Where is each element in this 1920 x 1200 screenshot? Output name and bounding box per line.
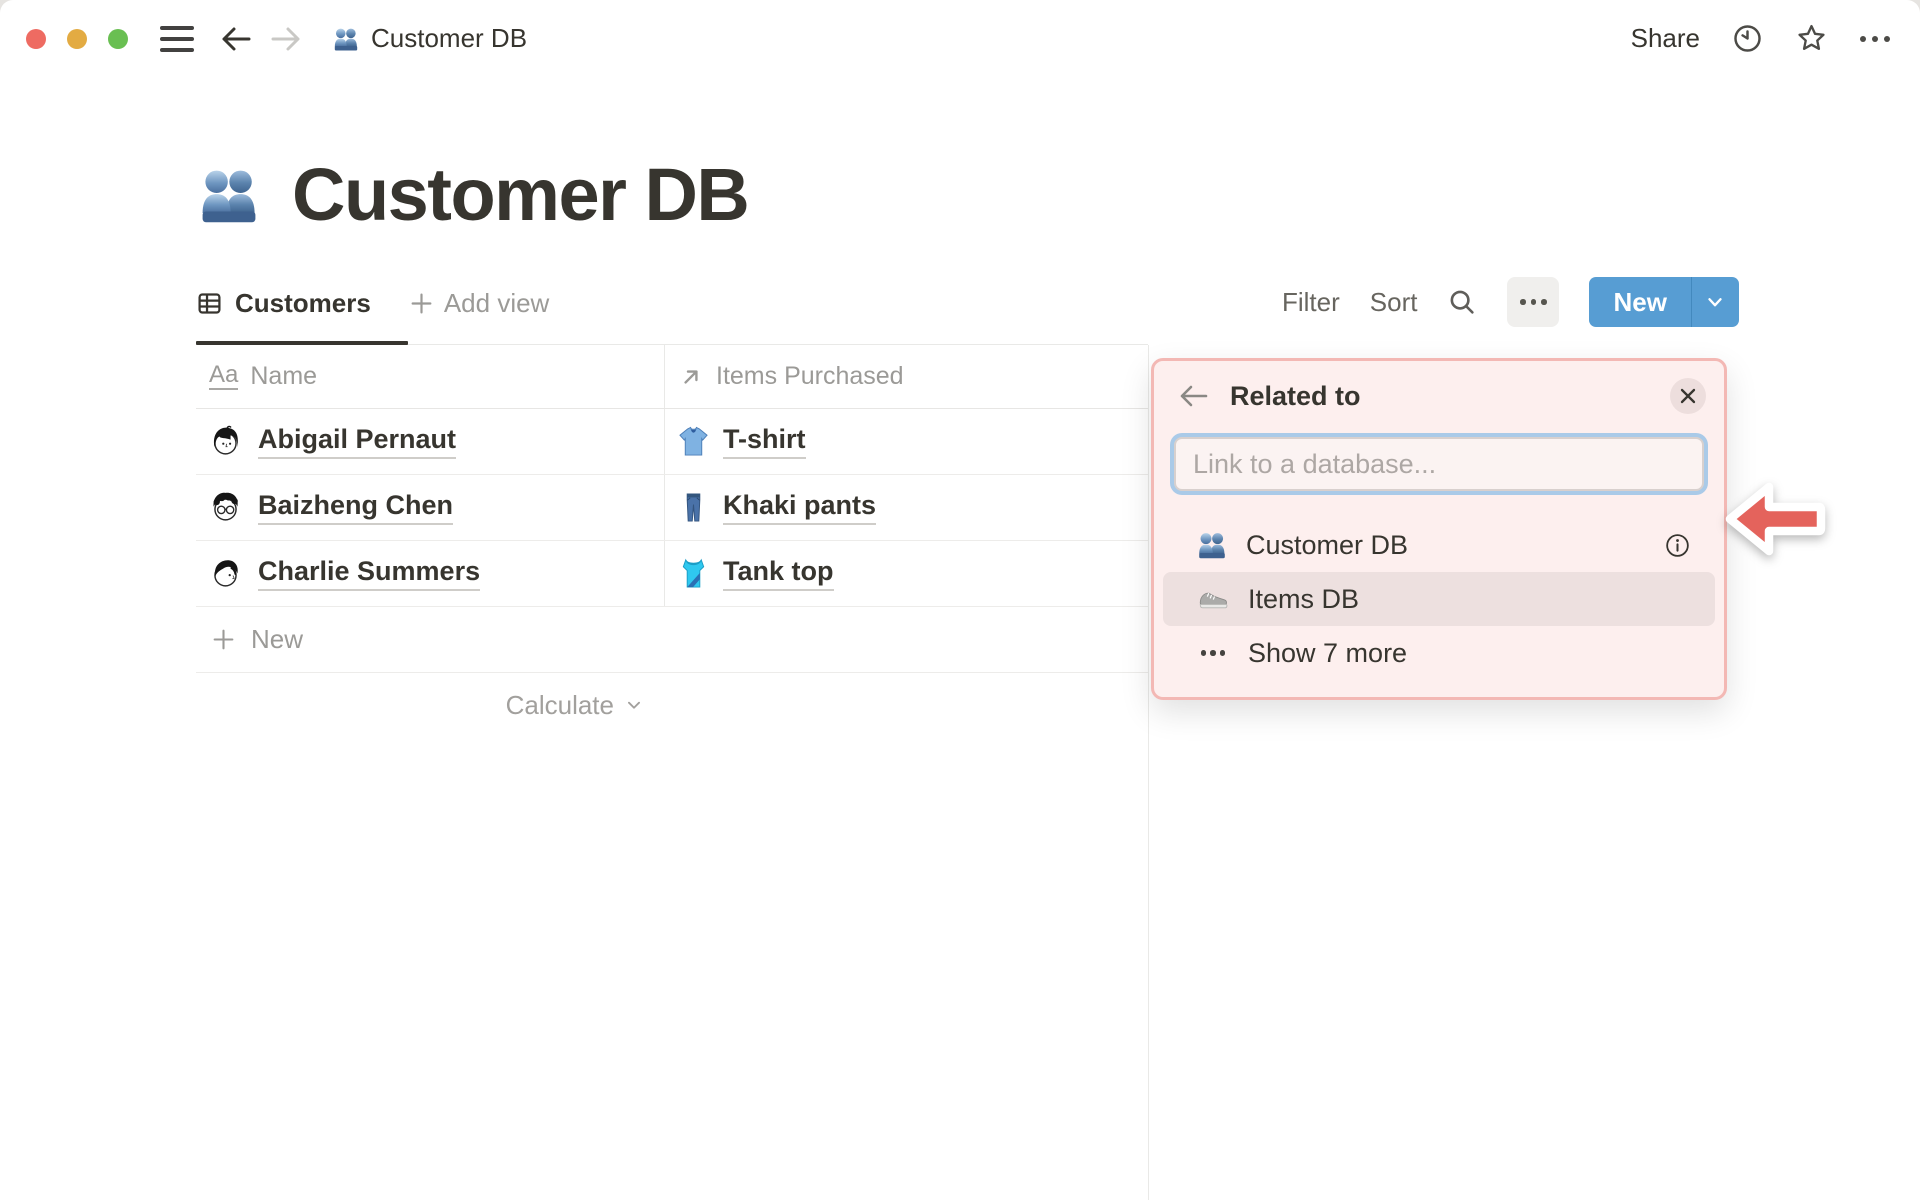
row-name-link[interactable]: Charlie Summers [258,556,481,591]
info-icon[interactable] [1664,532,1691,559]
table-row: Baizheng Chen Khaki pants [196,475,1148,541]
traffic-lights [26,28,128,49]
close-window-button[interactable] [26,28,46,49]
column-header-name[interactable]: Aa Name [196,345,665,408]
page-title: Customer DB [196,152,750,237]
list-item-label: Items DB [1248,583,1360,614]
popup-back-arrow-icon[interactable] [1178,382,1210,410]
plus-icon [211,627,236,652]
column-header-items-purchased[interactable]: Items Purchased [665,345,1148,408]
favorite-star-icon[interactable] [1795,22,1828,55]
search-icon[interactable] [1447,287,1477,317]
forward-arrow-icon[interactable] [270,25,302,53]
show-more-dots-icon [1196,650,1230,656]
table-header-row: Aa Name Items Purchased [196,345,1148,409]
relation-arrow-icon [678,364,704,390]
list-item-label: Customer DB [1246,529,1409,560]
database-list: Customer DB Items DB Show 7 more [1163,518,1715,680]
more-ellipsis-icon[interactable] [1860,35,1890,42]
table-right-border [1148,345,1149,1200]
view-options-ellipsis-button[interactable] [1507,277,1560,327]
column-name-label: Name [250,362,318,390]
show-more-label: Show 7 more [1248,637,1408,668]
new-record-button[interactable]: New [1589,277,1739,327]
annotation-arrow-icon [1722,476,1826,569]
tanktop-icon [678,558,709,589]
tab-customers-label: Customers [235,287,371,318]
link-database-search-input[interactable] [1174,437,1704,491]
list-item-items-db[interactable]: Items DB [1163,572,1715,626]
related-to-popup: Related to Customer DB [1151,358,1727,700]
page-title-text: Customer DB [292,153,750,236]
filter-button[interactable]: Filter [1282,287,1340,318]
items-cell[interactable]: T-shirt [665,409,1148,474]
back-arrow-icon[interactable] [220,25,252,53]
titlebar: Customer DB Share [0,0,1920,77]
abigail-avatar [209,425,242,458]
new-row-label: New [251,624,304,654]
sneaker-icon [1196,582,1230,616]
items-cell[interactable]: Tank top [665,541,1148,606]
column-items-label: Items Purchased [716,362,904,390]
active-tab-underline [196,341,408,345]
charlie-avatar [209,557,242,590]
baizheng-avatar [209,491,242,524]
history-clock-icon[interactable] [1732,23,1763,54]
people-icon [332,25,360,53]
notion-window: Customer DB Share Customer DB Customers … [0,0,1920,1200]
new-button-label[interactable]: New [1589,277,1690,327]
add-view-label: Add view [443,287,550,318]
jeans-icon [678,492,709,523]
tab-customers[interactable]: Customers [196,288,371,319]
row-name-link[interactable]: Baizheng Chen [258,490,454,525]
row-item-link[interactable]: Tank top [723,556,834,591]
name-cell[interactable]: Charlie Summers [196,541,665,606]
name-cell[interactable]: Abigail Pernaut [196,409,665,474]
new-row-button[interactable]: New [196,607,1148,673]
zoom-window-button[interactable] [108,28,128,49]
sort-button[interactable]: Sort [1370,287,1418,318]
close-icon[interactable] [1670,378,1706,414]
people-icon [196,162,262,228]
chevron-down-icon[interactable] [1692,277,1739,327]
items-cell[interactable]: Khaki pants [665,475,1148,540]
name-cell[interactable]: Baizheng Chen [196,475,665,540]
popup-title: Related to [1230,380,1361,411]
table-view-icon [196,290,223,317]
popup-header: Related to [1154,361,1724,414]
tshirt-icon [678,426,709,457]
chevron-down-icon [623,694,645,716]
row-item-link[interactable]: Khaki pants [723,490,877,525]
title-aa-icon: Aa [209,361,239,390]
breadcrumb[interactable]: Customer DB [332,23,527,54]
plus-icon [409,291,434,316]
sidebar-menu-icon[interactable] [160,25,194,52]
share-button[interactable]: Share [1631,23,1700,54]
list-item-customer-db[interactable]: Customer DB [1163,518,1715,572]
row-item-link[interactable]: T-shirt [723,424,806,459]
show-more-button[interactable]: Show 7 more [1163,626,1715,680]
calculate-dropdown[interactable]: Calculate [196,673,665,737]
row-name-link[interactable]: Abigail Pernaut [258,424,457,459]
table-row: Charlie Summers Tank top [196,541,1148,607]
minimize-window-button[interactable] [67,28,87,49]
calculate-label: Calculate [505,689,614,720]
table-row: Abigail Pernaut T-shirt [196,409,1148,475]
breadcrumb-label: Customer DB [371,23,528,53]
people-icon [1196,529,1228,561]
add-view-button[interactable]: Add view [409,287,550,319]
customers-table: Aa Name Items Purchased Abigail Pernaut … [196,345,1148,737]
